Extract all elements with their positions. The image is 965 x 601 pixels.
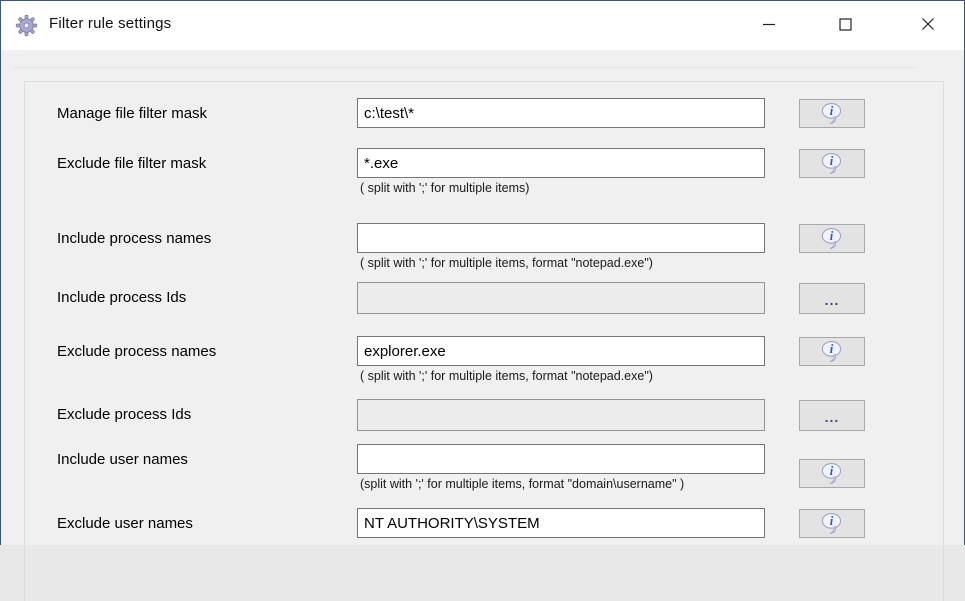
info-balloon-icon: i bbox=[821, 513, 842, 534]
field-input[interactable] bbox=[357, 148, 765, 178]
info-button[interactable]: i bbox=[799, 224, 865, 253]
close-icon bbox=[922, 18, 934, 30]
field-input[interactable] bbox=[357, 399, 765, 431]
filter-rule-settings-dialog: Filter rule settings Manage file filter … bbox=[0, 0, 965, 601]
field-label: Manage file filter mask bbox=[57, 105, 208, 122]
browse-button-label: ... bbox=[824, 291, 840, 308]
field-label: Exclude process Ids bbox=[57, 406, 192, 423]
info-button[interactable]: i bbox=[799, 459, 865, 488]
field-input[interactable] bbox=[357, 98, 765, 128]
minimize-icon bbox=[763, 23, 775, 26]
svg-text:i: i bbox=[830, 104, 834, 118]
maximize-button[interactable] bbox=[822, 5, 868, 43]
svg-text:i: i bbox=[830, 464, 834, 478]
svg-text:i: i bbox=[830, 342, 834, 356]
field-hint: ( split with ';' for multiple items) bbox=[360, 181, 530, 195]
field-label: Include user names bbox=[57, 451, 188, 468]
info-balloon-icon: i bbox=[821, 103, 842, 124]
field-label: Exclude user names bbox=[57, 515, 193, 532]
svg-text:i: i bbox=[830, 154, 834, 168]
field-label: Exclude process names bbox=[57, 343, 217, 360]
svg-text:i: i bbox=[830, 514, 834, 528]
browse-button[interactable]: ... bbox=[799, 283, 865, 314]
field-input[interactable] bbox=[357, 444, 765, 474]
gear-icon bbox=[14, 13, 39, 38]
window-title: Filter rule settings bbox=[49, 15, 172, 32]
field-hint: ( split with ';' for multiple items, for… bbox=[360, 256, 653, 270]
field-input[interactable] bbox=[357, 282, 765, 314]
browse-button[interactable]: ... bbox=[799, 400, 865, 431]
info-balloon-icon: i bbox=[821, 463, 842, 484]
info-button[interactable]: i bbox=[799, 337, 865, 366]
field-label: Exclude file filter mask bbox=[57, 155, 207, 172]
close-button[interactable] bbox=[905, 5, 951, 43]
dialog-client-area: Manage file filter mask i Exclude file f… bbox=[2, 50, 963, 601]
outer-groupbox-border bbox=[14, 67, 915, 68]
maximize-icon bbox=[838, 17, 852, 31]
info-balloon-icon: i bbox=[821, 341, 842, 362]
info-balloon-icon: i bbox=[821, 153, 842, 174]
browse-button-label: ... bbox=[824, 408, 840, 425]
svg-text:i: i bbox=[830, 229, 834, 243]
field-input[interactable] bbox=[357, 336, 765, 366]
info-button[interactable]: i bbox=[799, 509, 865, 538]
field-hint: (split with ';' for multiple items, form… bbox=[360, 477, 685, 491]
info-button[interactable]: i bbox=[799, 99, 865, 128]
titlebar[interactable]: Filter rule settings bbox=[1, 1, 964, 50]
field-input[interactable] bbox=[357, 508, 765, 538]
minimize-button[interactable] bbox=[746, 5, 792, 43]
field-input[interactable] bbox=[357, 223, 765, 253]
field-label: Include process Ids bbox=[57, 289, 187, 306]
info-balloon-icon: i bbox=[821, 228, 842, 249]
field-label: Include process names bbox=[57, 230, 212, 247]
field-hint: ( split with ';' for multiple items, for… bbox=[360, 369, 653, 383]
info-button[interactable]: i bbox=[799, 149, 865, 178]
